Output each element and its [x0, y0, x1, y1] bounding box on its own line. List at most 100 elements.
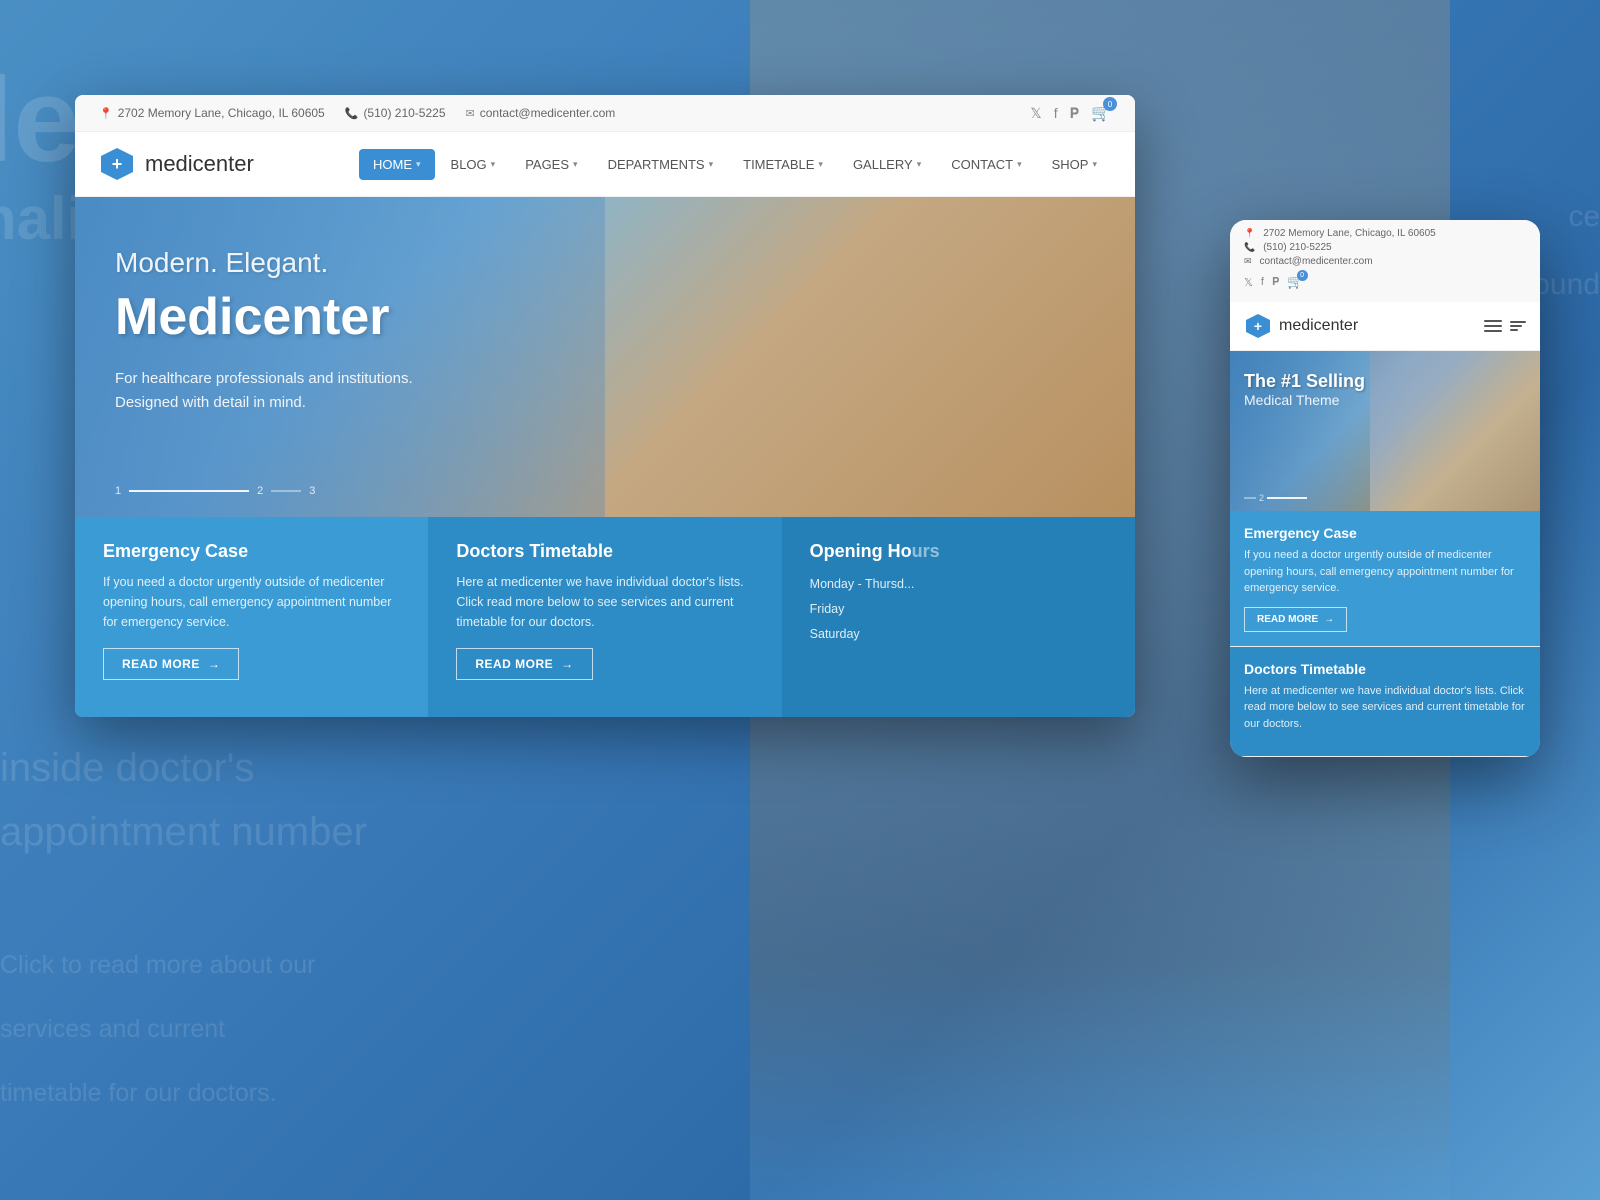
- facebook-icon[interactable]: f: [1054, 105, 1058, 121]
- mobile-emergency-text: If you need a doctor urgently outside of…: [1244, 547, 1526, 597]
- emergency-card: Emergency Case If you need a doctor urge…: [75, 517, 428, 717]
- hero-subtitle: Modern. Elegant.: [115, 247, 1095, 279]
- mobile-email: contact@medicenter.com: [1260, 256, 1373, 267]
- menu-gallery-label: GALLERY: [853, 157, 913, 172]
- menu-home-label: HOME: [373, 157, 412, 172]
- topbar-right: 𝕏 f 𝐏 🛒 0: [1030, 103, 1111, 123]
- menu-gallery[interactable]: GALLERY ▾: [839, 149, 935, 180]
- phone-text: (510) 210-5225: [363, 106, 445, 120]
- mobile-phone-icon: 📞: [1244, 242, 1255, 253]
- hero-slide-indicators: 1 2 3: [115, 485, 315, 497]
- mobile-topbar: 📍 2702 Memory Lane, Chicago, IL 60605 📞 …: [1230, 220, 1540, 302]
- main-menu: HOME ▾ BLOG ▾ PAGES ▾ DEPARTMENTS ▾ TIME…: [359, 149, 1111, 180]
- hero-title: Medicenter: [115, 287, 1095, 347]
- menu-contact[interactable]: CONTACT ▾: [937, 149, 1035, 180]
- mobile-nav: + medicenter: [1230, 302, 1540, 351]
- site-topbar: 📍 2702 Memory Lane, Chicago, IL 60605 📞 …: [75, 95, 1135, 132]
- hamburger-menu-icon[interactable]: [1484, 320, 1502, 332]
- menu-shop[interactable]: SHOP ▾: [1038, 149, 1111, 180]
- timetable-card: Doctors Timetable Here at medicenter we …: [428, 517, 781, 717]
- opening-hours-card: Opening Hours Monday - Thursd... Friday …: [782, 517, 1135, 717]
- mobile-slide-indicators: 2: [1244, 493, 1307, 503]
- logo-plus: +: [112, 154, 123, 175]
- mobile-emergency-btn-label: READ MORE: [1257, 614, 1318, 625]
- mobile-nav-icons: [1484, 320, 1526, 332]
- menu-blog-label: BLOG: [451, 157, 487, 172]
- site-logo: + medicenter: [99, 146, 254, 182]
- mobile-hero-content: The #1 Selling Medical Theme: [1230, 351, 1540, 428]
- logo-text: medicenter: [145, 151, 254, 177]
- filter-icon[interactable]: [1510, 321, 1526, 331]
- twitter-icon[interactable]: 𝕏: [1030, 105, 1041, 122]
- menu-blog[interactable]: BLOG ▾: [437, 149, 510, 180]
- blog-chevron-icon: ▾: [491, 159, 496, 170]
- slide-num-2: 2: [257, 485, 263, 497]
- address-item: 📍 2702 Memory Lane, Chicago, IL 60605: [99, 106, 325, 120]
- mobile-slide-bar-2[interactable]: [1267, 497, 1307, 499]
- mobile-cart-icon[interactable]: 🛒 0: [1287, 274, 1303, 290]
- mobile-emergency-card: Emergency Case If you need a doctor urge…: [1230, 511, 1540, 647]
- mobile-timetable-card: Doctors Timetable Here at medicenter we …: [1230, 647, 1540, 758]
- mobile-timetable-title: Doctors Timetable: [1244, 661, 1526, 677]
- contact-chevron-icon: ▾: [1017, 159, 1022, 170]
- emergency-card-text: If you need a doctor urgently outside of…: [103, 572, 400, 632]
- departments-chevron-icon: ▾: [709, 159, 714, 170]
- mobile-location-icon: 📍: [1244, 228, 1255, 239]
- emergency-card-title: Emergency Case: [103, 541, 400, 562]
- mobile-email-icon: ✉: [1244, 256, 1252, 267]
- phone-icon: 📞: [345, 107, 359, 120]
- monday-hours: Monday - Thursd...: [810, 572, 1107, 597]
- opening-hours-title: Opening Hours: [810, 541, 1107, 562]
- menu-departments[interactable]: DEPARTMENTS ▾: [594, 149, 728, 180]
- mobile-twitter-icon[interactable]: 𝕏: [1244, 276, 1253, 289]
- emergency-read-more-button[interactable]: READ MORE →: [103, 648, 239, 680]
- mobile-timetable-text: Here at medicenter we have individual do…: [1244, 683, 1526, 733]
- timetable-read-more-button[interactable]: READ MORE →: [456, 648, 592, 680]
- slide-num-3: 3: [309, 485, 315, 497]
- mobile-slide-num: 2: [1259, 493, 1264, 503]
- mobile-phone: (510) 210-5225: [1263, 242, 1331, 253]
- mobile-logo-text: medicenter: [1279, 317, 1358, 335]
- location-icon: 📍: [99, 107, 113, 120]
- menu-pages-label: PAGES: [525, 157, 569, 172]
- slide-bar-2[interactable]: [271, 490, 301, 492]
- hero-section: Modern. Elegant. Medicenter For healthca…: [75, 197, 1135, 517]
- menu-timetable[interactable]: TIMETABLE ▾: [729, 149, 837, 180]
- gallery-chevron-icon: ▾: [917, 159, 922, 170]
- timetable-btn-label: READ MORE: [475, 657, 553, 671]
- mobile-slide-bar-1[interactable]: [1244, 497, 1256, 499]
- mobile-phone-row: 📞 (510) 210-5225: [1244, 242, 1526, 253]
- hero-desc-line1: For healthcare professionals and institu…: [115, 370, 413, 387]
- mobile-email-row: ✉ contact@medicenter.com: [1244, 256, 1526, 267]
- slide-num-1: 1: [115, 485, 121, 497]
- timetable-chevron-icon: ▾: [818, 159, 823, 170]
- info-cards-section: Emergency Case If you need a doctor urge…: [75, 517, 1135, 717]
- slide-bar-1[interactable]: [129, 490, 249, 492]
- menu-pages[interactable]: PAGES ▾: [511, 149, 591, 180]
- bg-text-bottom-left: inside doctor'sappointment number Click …: [0, 736, 400, 1120]
- mobile-pinterest-icon[interactable]: 𝐏: [1272, 276, 1279, 289]
- mobile-emergency-btn[interactable]: READ MORE →: [1244, 607, 1347, 632]
- hero-desc-line2: Designed with detail in mind.: [115, 394, 306, 411]
- mobile-hero-section: The #1 Selling Medical Theme 2: [1230, 351, 1540, 511]
- mobile-mockup: 📍 2702 Memory Lane, Chicago, IL 60605 📞 …: [1230, 220, 1540, 757]
- mobile-social-row: 𝕏 f 𝐏 🛒 0: [1244, 270, 1526, 294]
- timetable-card-text: Here at medicenter we have individual do…: [456, 572, 753, 632]
- menu-home[interactable]: HOME ▾: [359, 149, 435, 180]
- menu-shop-label: SHOP: [1052, 157, 1089, 172]
- email-text: contact@medicenter.com: [480, 106, 616, 120]
- pinterest-icon[interactable]: 𝐏: [1070, 105, 1079, 122]
- main-nav: + medicenter HOME ▾ BLOG ▾ PAGES ▾ DEPAR…: [75, 132, 1135, 197]
- mobile-emergency-title: Emergency Case: [1244, 525, 1526, 541]
- hero-description: For healthcare professionals and institu…: [115, 367, 515, 415]
- shop-chevron-icon: ▾: [1092, 159, 1097, 170]
- mobile-logo-plus: +: [1254, 318, 1262, 334]
- mobile-emergency-btn-arrow: →: [1324, 614, 1334, 625]
- menu-timetable-label: TIMETABLE: [743, 157, 814, 172]
- email-item: ✉ contact@medicenter.com: [466, 106, 616, 120]
- hero-content: Modern. Elegant. Medicenter For healthca…: [75, 197, 1135, 465]
- mobile-facebook-icon[interactable]: f: [1261, 276, 1264, 288]
- cart-icon[interactable]: 🛒 0: [1091, 103, 1111, 123]
- mobile-logo-hexagon: +: [1244, 312, 1272, 340]
- email-icon: ✉: [466, 107, 475, 120]
